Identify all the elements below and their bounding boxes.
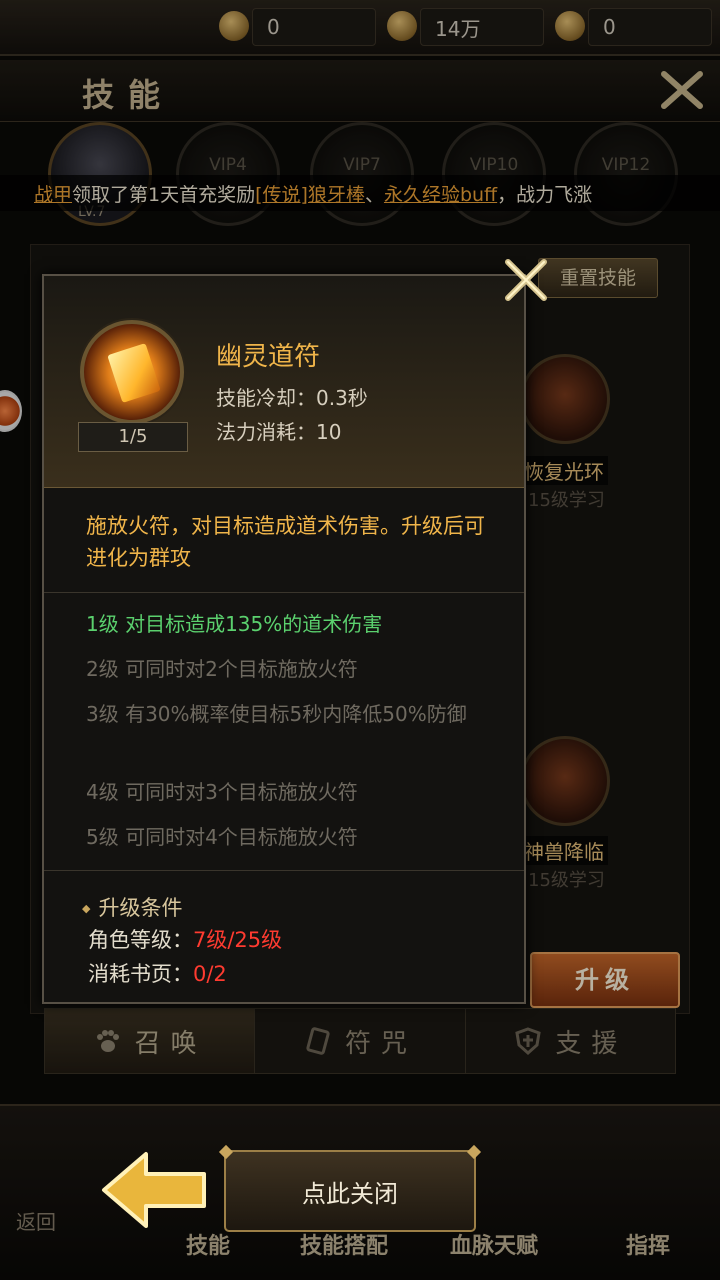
divider [44,592,524,593]
close-hint-button[interactable]: 点此关闭 [224,1150,476,1232]
level-effect-line: 1级 对目标造成135%的道术伤害 [86,612,383,636]
popup-header: 1/5 幽灵道符 技能冷却：0.3秒 法力消耗：10 [44,276,524,488]
level-effect-line: 2级 可同时对2个目标施放火符 [86,657,358,681]
pointer-arrow-icon [102,1152,206,1228]
skill-name: 幽灵道符 [216,342,321,372]
level-effect-line: 4级 可同时对3个目标施放火符 [86,780,358,804]
divider [44,870,524,871]
condition-label: 消耗书页： [88,962,193,986]
skill-detail-popup: 1/5 幽灵道符 技能冷却：0.3秒 法力消耗：10 施放火符，对目标造成道术伤… [42,274,526,1004]
condition-level: 角色等级：7级/25级 [88,924,282,954]
popup-close-icon[interactable] [500,254,552,306]
condition-value: 0/2 [193,962,227,986]
close-hint-label: 点此关闭 [302,1179,398,1208]
condition-value: 7级/25级 [193,928,283,952]
upgrade-conditions-title: 升级条件 [82,892,182,922]
skill-mana-cost: 法力消耗：10 [216,420,342,444]
skill-level-badge: 1/5 [78,422,188,452]
skill-cooldown: 技能冷却：0.3秒 [216,386,368,410]
level-effect-line: 5级 可同时对4个目标施放火符 [86,825,358,849]
talisman-skill-icon [80,320,184,424]
condition-label: 角色等级： [88,928,193,952]
condition-pages: 消耗书页：0/2 [88,958,227,988]
level-effect-line: 3级 有30%概率使目标5秒内降低50%防御 [86,702,467,726]
skill-description: 施放火符，对目标造成道术伤害。升级后可进化为群攻 [86,514,485,570]
